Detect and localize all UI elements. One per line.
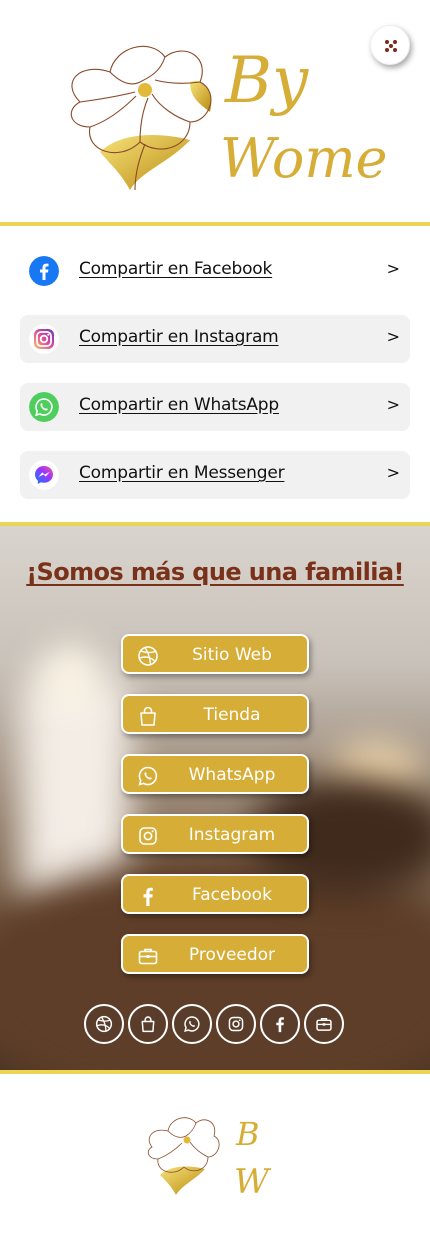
svg-text:W: W	[234, 1162, 272, 1200]
footer-logo: B W	[147, 1115, 272, 1200]
dribbble-icon	[95, 1015, 113, 1033]
dots-icon	[385, 40, 397, 52]
share-instagram[interactable]: Compartir en Instagram >	[20, 315, 410, 363]
briefcase-circle-button[interactable]	[304, 1004, 344, 1044]
hero-section: ¡Somos más que una familia! Sitio Web Ti…	[0, 526, 430, 1071]
messenger-icon	[29, 460, 59, 490]
svg-text:B: B	[235, 1115, 260, 1153]
whatsapp-button[interactable]: WhatsApp	[121, 754, 309, 794]
by-women-logo: By Women	[70, 44, 390, 191]
share-facebook[interactable]: Compartir en Facebook >	[20, 247, 410, 295]
header: By Women	[0, 0, 430, 222]
whatsapp-icon	[184, 1016, 200, 1032]
chevron-right-icon: >	[386, 327, 400, 346]
share-label: Compartir en WhatsApp	[79, 395, 279, 415]
proveedor-button[interactable]: Proveedor	[121, 934, 309, 974]
share-list: Compartir en Facebook > Compartir en Ins…	[20, 247, 410, 519]
menu-button[interactable]	[370, 25, 410, 65]
whatsapp-icon	[138, 766, 158, 786]
briefcase-icon	[316, 1017, 332, 1031]
cta-label: Tienda	[203, 705, 261, 725]
share-label: Compartir en Facebook	[79, 259, 273, 279]
sitio-web-button[interactable]: Sitio Web	[121, 634, 309, 674]
hero-bottom-divider	[0, 1070, 430, 1074]
instagram-circle-button[interactable]	[216, 1004, 256, 1044]
dribbble-circle-button[interactable]	[84, 1004, 124, 1044]
chevron-right-icon: >	[386, 395, 400, 414]
svg-text:By: By	[224, 44, 309, 118]
facebook-circle-button[interactable]	[260, 1004, 300, 1044]
instagram-icon	[228, 1016, 244, 1032]
social-icon-row	[84, 1004, 348, 1044]
hero-title: ¡Somos más que una familia!	[26, 558, 404, 586]
briefcase-icon	[138, 948, 158, 965]
facebook-icon	[276, 1017, 284, 1033]
dribbble-icon	[138, 646, 158, 666]
share-messenger[interactable]: Compartir en Messenger >	[20, 451, 410, 499]
header-divider	[0, 222, 430, 226]
shop-circle-button[interactable]	[128, 1004, 168, 1044]
cta-label: WhatsApp	[188, 765, 276, 785]
facebook-icon	[29, 256, 59, 286]
cta-label: Instagram	[188, 825, 276, 845]
share-whatsapp[interactable]: Compartir en WhatsApp >	[20, 383, 410, 431]
instagram-icon	[29, 324, 59, 354]
chevron-right-icon: >	[386, 259, 400, 278]
shopping-bag-icon	[140, 706, 156, 726]
chevron-right-icon: >	[386, 463, 400, 482]
facebook-icon	[143, 887, 153, 906]
share-label: Compartir en Messenger	[79, 463, 285, 483]
svg-text:Women: Women	[220, 127, 390, 190]
tienda-button[interactable]: Tienda	[121, 694, 309, 734]
instagram-icon	[139, 827, 157, 845]
cta-label: Proveedor	[188, 945, 276, 965]
instagram-button[interactable]: Instagram	[121, 814, 309, 854]
whatsapp-icon	[29, 392, 59, 422]
cta-label: Sitio Web	[192, 645, 272, 665]
flame-glow	[40, 646, 100, 706]
facebook-button[interactable]: Facebook	[121, 874, 309, 914]
share-label: Compartir en Instagram	[79, 327, 279, 347]
cta-label: Facebook	[192, 885, 272, 905]
shopping-bag-icon	[141, 1016, 155, 1033]
whatsapp-circle-button[interactable]	[172, 1004, 212, 1044]
